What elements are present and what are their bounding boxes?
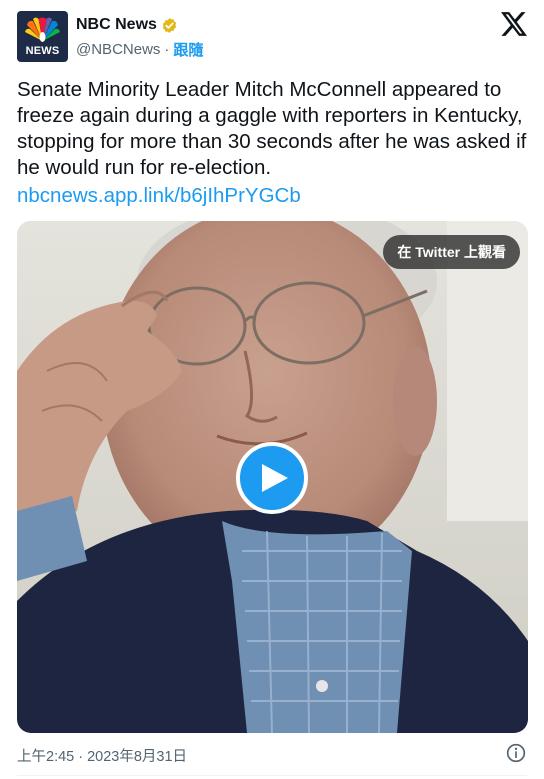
nbc-news-avatar[interactable]: NEWS (17, 11, 68, 62)
tweet-embed-card: NEWS NBC News @NBCNews · 跟隨 Senate Minor… (0, 0, 544, 779)
x-logo-icon[interactable] (501, 12, 527, 36)
follow-button[interactable]: 跟隨 (173, 39, 203, 60)
account-handle[interactable]: @NBCNews (76, 41, 160, 58)
tweet-link[interactable]: nbcnews.app.link/b6jIhPrYGCb (17, 183, 301, 209)
separator-dot: · (164, 41, 170, 58)
watch-on-twitter-button[interactable]: 在 Twitter 上觀看 (383, 235, 520, 269)
play-icon (262, 464, 288, 492)
info-icon[interactable] (506, 743, 526, 763)
account-handle-row: @NBCNews · 跟隨 (76, 39, 203, 60)
peacock-logo-icon (25, 17, 60, 42)
tweet-timestamp[interactable]: 上午2:45 · 2023年8月31日 (17, 745, 187, 766)
account-name-row: NBC News (76, 14, 178, 36)
bottom-divider (17, 775, 527, 776)
play-button[interactable] (236, 442, 308, 514)
tweet-text: Senate Minority Leader Mitch McConnell a… (17, 78, 527, 179)
avatar-news-label: NEWS (25, 45, 60, 57)
account-name[interactable]: NBC News (76, 16, 157, 34)
video-thumbnail[interactable]: 在 Twitter 上觀看 (17, 221, 528, 733)
verified-badge-icon (162, 17, 177, 33)
